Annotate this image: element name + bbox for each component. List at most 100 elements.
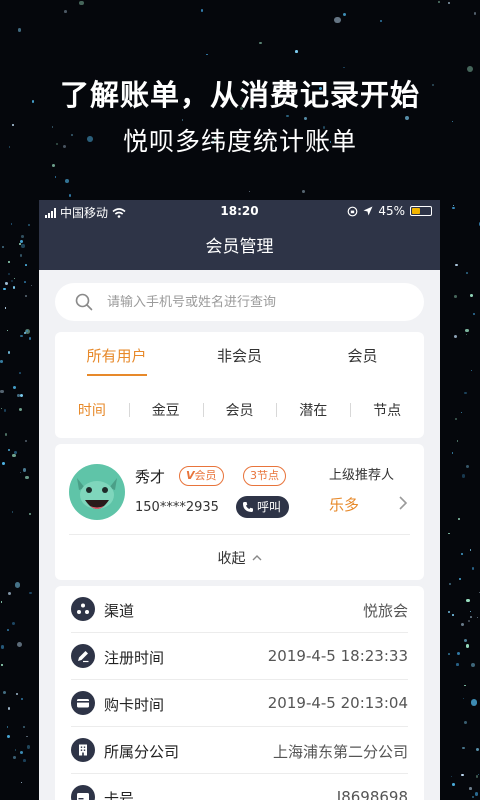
phone-icon (243, 502, 253, 512)
star-dot (0, 389, 4, 394)
star-dot (8, 260, 11, 263)
star-dot (470, 610, 472, 612)
star-dot (23, 758, 26, 762)
star-dot (10, 223, 13, 225)
star-dot (200, 9, 204, 12)
star-dot (470, 699, 478, 707)
member-card[interactable]: 秀才 V会员 3节点 150****2935 呼叫 上级推荐人 乐多 收起 (55, 444, 424, 580)
star-dot (8, 591, 11, 595)
star-dot (7, 351, 11, 355)
star-dot (473, 313, 476, 316)
detail-value: 2019-4-5 18:23:33 (267, 647, 408, 665)
star-dot (465, 328, 469, 332)
star-dot (461, 552, 464, 555)
star-dot (295, 50, 298, 53)
star-dot (19, 240, 23, 244)
star-dot (0, 601, 3, 604)
star-dot (0, 645, 5, 649)
sort-tab-potential[interactable]: 潜在 (276, 400, 350, 420)
star-dot (25, 475, 29, 480)
star-dot (65, 179, 69, 183)
tab-members[interactable]: 会员 (301, 332, 424, 382)
detail-row-branch: 所属分公司 上海浦东第二分公司 (55, 727, 424, 774)
member-type-tabs: 所有用户 非会员 会员 (55, 332, 424, 382)
star-dot (26, 745, 31, 749)
building-icon (71, 738, 95, 762)
star-dot (470, 616, 473, 618)
star-dot (4, 433, 7, 436)
collapse-button[interactable]: 收起 (55, 548, 424, 568)
star-dot (20, 472, 22, 474)
card-number-icon (71, 785, 95, 800)
star-dot (448, 1, 451, 4)
star-dot (451, 206, 455, 210)
star-dot (19, 254, 23, 257)
star-dot (23, 725, 26, 728)
sort-tab-node[interactable]: 节点 (350, 400, 424, 420)
star-dot (20, 781, 23, 784)
star-dot (459, 577, 462, 581)
avatar[interactable] (69, 464, 125, 520)
call-button[interactable]: 呼叫 (236, 496, 290, 518)
star-dot (20, 393, 24, 397)
star-dot (14, 451, 17, 454)
star-dot (467, 619, 470, 623)
star-dot (457, 651, 461, 655)
star-dot (12, 385, 16, 389)
star-dot (470, 662, 476, 668)
star-dot (461, 474, 466, 478)
tab-non-members[interactable]: 非会员 (178, 332, 301, 382)
star-dot (469, 293, 473, 297)
star-dot (379, 19, 383, 22)
star-dot (30, 284, 33, 287)
sort-tab-time[interactable]: 时间 (55, 400, 129, 420)
star-dot (29, 591, 32, 595)
star-dot (469, 549, 472, 552)
search-bar[interactable] (55, 283, 424, 321)
star-dot (462, 746, 466, 750)
star-dot (461, 773, 464, 776)
star-dot (0, 407, 3, 410)
star-dot (27, 224, 30, 227)
star-dot (285, 114, 289, 118)
star-dot (7, 629, 9, 631)
star-dot (68, 194, 72, 197)
star-dot (25, 439, 28, 442)
star-dot (24, 264, 27, 267)
search-input[interactable] (107, 294, 387, 310)
vip-badge-label: 会员 (194, 469, 217, 482)
star-dot (6, 735, 10, 739)
star-dot (466, 272, 468, 274)
star-dot (2, 462, 6, 465)
star-dot (454, 295, 457, 299)
star-dot (302, 189, 306, 193)
tab-all-users[interactable]: 所有用户 (55, 332, 178, 382)
star-dot (466, 333, 468, 335)
referrer-name[interactable]: 乐多 (329, 494, 359, 515)
member-details: 渠道 悦旅会 注册时间 2019-4-5 18:23:33 购卡时间 2019-… (55, 586, 424, 800)
star-dot (7, 726, 9, 728)
star-dot (21, 697, 24, 701)
star-dot (19, 408, 23, 412)
star-dot (454, 417, 458, 420)
detail-row-register-time: 注册时间 2019-4-5 18:23:33 (55, 633, 424, 680)
star-dot (472, 795, 475, 799)
chevron-right-icon[interactable] (397, 494, 409, 512)
sort-tab-gold-beans[interactable]: 金豆 (128, 400, 203, 420)
star-dot (437, 0, 440, 4)
detail-row-card-purchase-time: 购卡时间 2019-4-5 20:13:04 (55, 680, 424, 727)
star-dot (29, 513, 31, 515)
star-dot (12, 285, 16, 289)
collapse-label: 收起 (217, 551, 246, 567)
sort-tab-member[interactable]: 会员 (202, 400, 277, 420)
star-dot (14, 582, 21, 588)
star-dot (55, 176, 57, 178)
star-dot (7, 448, 10, 451)
star-dot (455, 263, 458, 267)
star-dot (3, 409, 6, 412)
star-dot (463, 697, 465, 700)
star-dot (3, 287, 6, 291)
star-dot (456, 440, 459, 442)
star-dot (12, 453, 16, 457)
star-dot (6, 329, 9, 331)
